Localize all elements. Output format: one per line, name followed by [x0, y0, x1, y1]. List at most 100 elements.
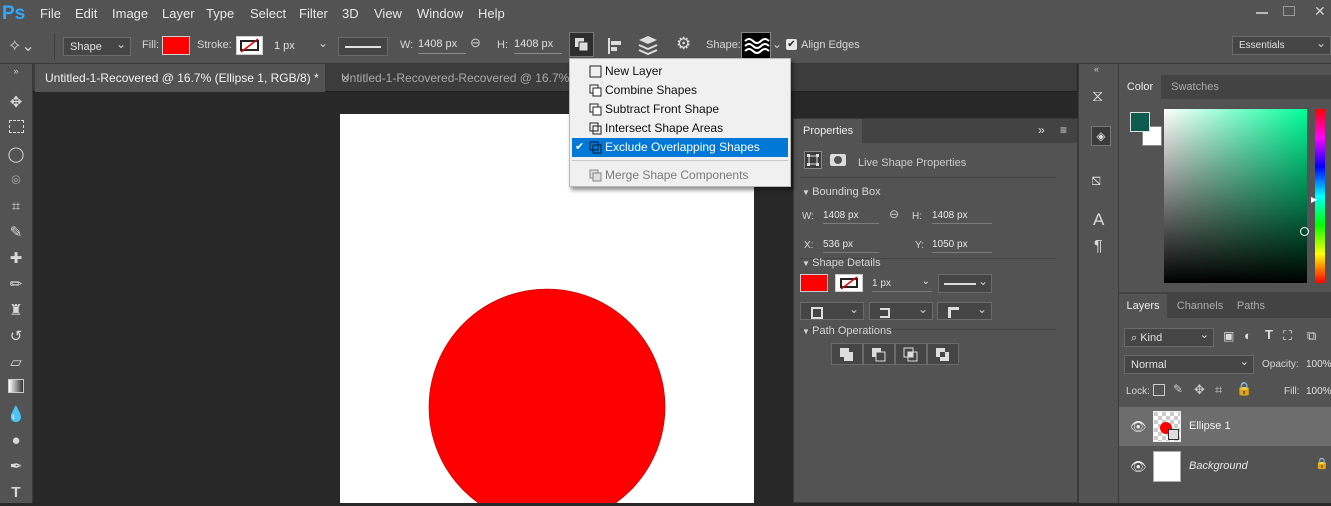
minimize-icon[interactable] — [1256, 12, 1268, 14]
lock-position-icon[interactable]: ✥ — [1194, 382, 1205, 398]
lock-image-icon[interactable]: ✎ — [1173, 382, 1183, 396]
path-operations-header[interactable]: ▼ Path Operations — [802, 325, 892, 337]
properties-panel-icon[interactable]: ◈ — [1091, 126, 1111, 146]
dodge-tool-icon[interactable]: ● — [4, 430, 28, 452]
menu-edit[interactable]: Edit — [75, 6, 97, 21]
marquee-tool-icon[interactable] — [4, 118, 28, 140]
menu-select[interactable]: Select — [250, 6, 286, 21]
tab-swatches[interactable]: Swatches — [1167, 75, 1223, 99]
filter-shape-icon[interactable]: ⛶ — [1283, 328, 1292, 344]
shape-fill-swatch[interactable] — [800, 274, 828, 292]
tool-preset-icon[interactable]: ✧⌄ — [8, 36, 38, 56]
blur-tool-icon[interactable]: 💧 — [4, 404, 28, 426]
menu-view[interactable]: View — [374, 6, 402, 21]
tab-paths[interactable]: Paths — [1231, 294, 1271, 318]
menu-filter[interactable]: Filter — [299, 6, 328, 21]
eraser-tool-icon[interactable]: ▱ — [4, 352, 28, 374]
y-field[interactable]: 1050 px — [932, 238, 992, 253]
tab-channels[interactable]: Channels — [1171, 294, 1229, 318]
path-alignment-button[interactable] — [605, 35, 627, 57]
layer-row-background[interactable]: 👁 Background 🔒 — [1119, 447, 1331, 486]
menu-window[interactable]: Window — [417, 6, 463, 21]
foreground-color-swatch[interactable] — [1130, 112, 1150, 132]
menu-3d[interactable]: 3D — [342, 6, 359, 21]
subtract-front-shape-button[interactable] — [863, 343, 895, 365]
collapse-icon[interactable]: « — [1094, 64, 1099, 74]
visibility-eye-icon[interactable]: 👁 — [1130, 419, 1147, 435]
mask-properties-icon[interactable] — [830, 154, 846, 166]
shape-stroke-swatch[interactable] — [835, 274, 863, 292]
opacity-field[interactable]: 100% — [1306, 359, 1331, 370]
tab-untitled-1-recovered-recovered[interactable]: Untitled-1-Recovered-Recovered @ 16.7% (… — [331, 64, 569, 92]
tool-mode-select[interactable]: Shape — [63, 35, 131, 56]
paragraph-icon[interactable]: ¶ — [1094, 238, 1103, 256]
restore-icon[interactable] — [1283, 6, 1295, 16]
align-edges-checkbox[interactable]: ✔ — [786, 39, 797, 50]
history-brush-tool-icon[interactable]: ↺ — [4, 326, 28, 348]
layer-name[interactable]: Ellipse 1 — [1189, 420, 1231, 432]
adjustments-icon[interactable]: ⧅ — [1091, 172, 1101, 190]
link-icon[interactable]: ⊖ — [889, 207, 899, 221]
menu-type[interactable]: Type — [206, 6, 234, 21]
expand-icon[interactable]: » — [1038, 123, 1045, 137]
height-field[interactable]: 1408 px — [514, 38, 562, 54]
path-arrangement-button[interactable] — [636, 34, 660, 58]
chevron-down-icon[interactable]: ⌄ — [772, 37, 782, 51]
stroke-type-select[interactable] — [338, 37, 388, 56]
hue-slider-handle[interactable]: ▶ — [1311, 195, 1317, 204]
clone-stamp-tool-icon[interactable]: ♜ — [4, 300, 28, 322]
color-field[interactable] — [1164, 109, 1309, 283]
character-icon[interactable]: A — [1093, 210, 1104, 230]
panel-menu-icon[interactable]: ≡ — [1060, 123, 1067, 137]
x-field[interactable]: 536 px — [823, 238, 879, 253]
path-operations-button[interactable] — [569, 32, 594, 57]
lasso-tool-icon[interactable]: ◯ — [4, 144, 28, 166]
shape-stroke-type-select[interactable]: ⌄ — [938, 274, 992, 293]
stroke-align-select[interactable]: ⌄ — [800, 302, 864, 320]
eyedropper-tool-icon[interactable]: ✎ — [4, 222, 28, 244]
bounding-box-header[interactable]: ▼ Bounding Box — [802, 186, 881, 198]
shape-picker[interactable] — [741, 32, 771, 59]
layer-row-ellipse-1[interactable]: 👁 Ellipse 1 — [1119, 407, 1331, 446]
intersect-shape-areas-button[interactable] — [895, 343, 927, 365]
fill-swatch[interactable] — [162, 36, 190, 55]
menu-help[interactable]: Help — [478, 6, 505, 21]
fill-field[interactable]: 100% — [1306, 386, 1331, 397]
menu-image[interactable]: Image — [112, 6, 148, 21]
move-tool-icon[interactable]: ✥ — [4, 92, 28, 114]
menu-layer[interactable]: Layer — [162, 6, 195, 21]
combine-shapes-button[interactable] — [831, 343, 863, 365]
tab-layers[interactable]: Layers — [1119, 294, 1167, 318]
healing-brush-tool-icon[interactable]: ✚ — [4, 248, 28, 270]
stroke-corners-select[interactable]: ⌄ — [937, 302, 992, 320]
collapse-icon[interactable]: » — [4, 66, 28, 76]
workspace-select[interactable]: Essentials — [1232, 34, 1331, 55]
width-field[interactable]: 1408 px — [418, 38, 466, 54]
stroke-caps-select[interactable]: ⌄ — [869, 302, 933, 320]
tab-properties[interactable]: Properties — [794, 119, 862, 143]
w-field[interactable]: 1408 px — [823, 209, 879, 224]
pen-tool-icon[interactable]: ✒ — [4, 456, 28, 478]
shape-details-header[interactable]: ▼ Shape Details — [802, 257, 881, 269]
menu-item-intersect-shape-areas[interactable]: Intersect Shape Areas — [572, 119, 788, 138]
menu-item-subtract-front-shape[interactable]: Subtract Front Shape — [572, 100, 788, 119]
stroke-width-select[interactable]: 1 px — [268, 34, 332, 56]
close-window-icon[interactable]: ✕ — [1314, 3, 1326, 20]
lock-transparent-icon[interactable] — [1153, 384, 1165, 396]
menu-item-new-layer[interactable]: New Layer — [572, 62, 788, 81]
visibility-eye-icon[interactable]: 👁 — [1130, 459, 1147, 475]
layer-filter-select[interactable]: ⌕ Kind ⌄ — [1124, 328, 1214, 347]
blend-mode-select[interactable]: Normal ⌄ — [1124, 355, 1254, 374]
type-tool-icon[interactable]: T — [4, 482, 28, 504]
ellipse-shape[interactable] — [428, 288, 666, 506]
filter-type-icon[interactable]: T — [1265, 327, 1273, 342]
filter-pixel-icon[interactable]: ▣ — [1223, 329, 1234, 343]
crop-tool-icon[interactable]: ⌗ — [4, 196, 28, 218]
gradient-tool-icon[interactable] — [4, 378, 28, 400]
h-field[interactable]: 1408 px — [932, 209, 992, 224]
tab-untitled-1-recovered[interactable]: Untitled-1-Recovered @ 16.7% (Ellipse 1,… — [35, 64, 349, 92]
tab-color[interactable]: Color — [1119, 75, 1161, 99]
lock-artboard-icon[interactable]: ⌗ — [1215, 382, 1222, 398]
stroke-swatch[interactable] — [236, 36, 263, 55]
gear-icon[interactable]: ⚙ — [676, 34, 691, 54]
